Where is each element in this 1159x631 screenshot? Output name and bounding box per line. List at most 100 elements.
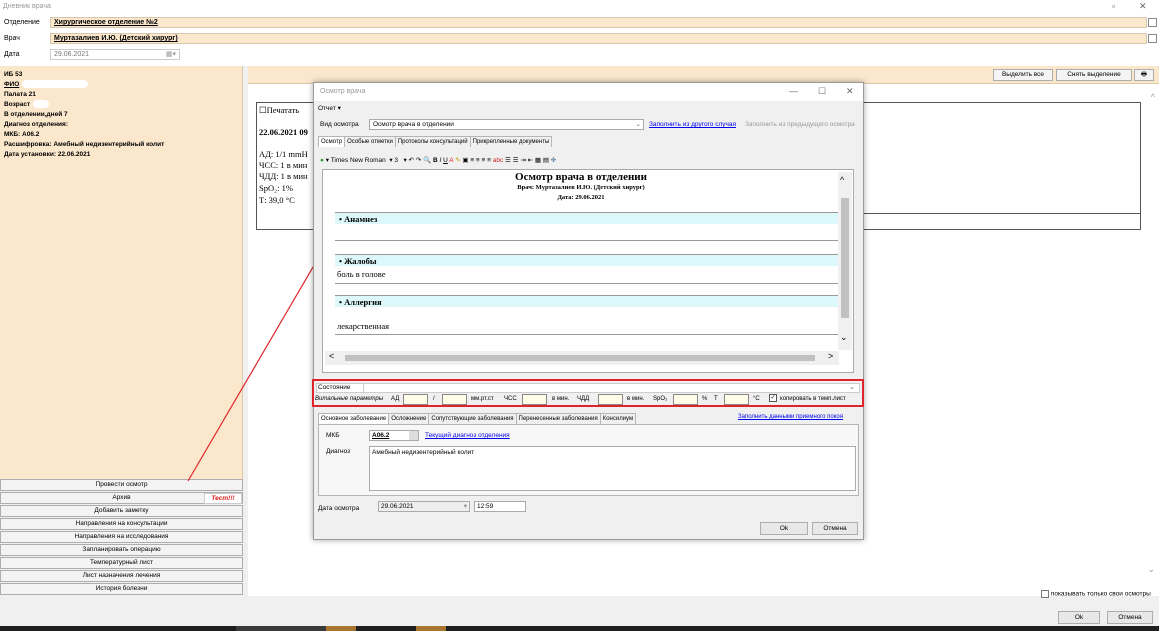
tab-consult-protocols[interactable]: Протоколы консультаций	[394, 136, 471, 147]
undo-icon[interactable]: ↶	[409, 157, 414, 164]
mkb-lookup-icon[interactable]	[409, 431, 418, 440]
ad-slash: /	[433, 396, 435, 402]
doc-doctor: Врач: Муртазалиев И.Ю. (Детский хирург)	[517, 184, 645, 191]
spo2-input[interactable]	[673, 394, 698, 405]
report-menu[interactable]: Отчет ▾	[318, 104, 341, 112]
maximize-icon[interactable]: ☐	[818, 86, 826, 97]
scroll-thumb[interactable]	[841, 198, 849, 318]
italic-icon[interactable]: I	[440, 157, 442, 164]
vitals-label: Витальные параметры	[315, 396, 384, 402]
align-center-icon[interactable]: ≡	[476, 157, 480, 164]
tab-main-disease[interactable]: Основное заболевание	[318, 413, 390, 424]
section-allergy-title: Аллергия	[344, 297, 382, 307]
align-left-icon[interactable]: ≡	[470, 157, 474, 164]
exam-date-value: 29.06.2021	[381, 503, 414, 510]
bold-icon[interactable]: B	[433, 157, 438, 164]
scroll-up-icon[interactable]: ^	[840, 175, 844, 185]
chdd-unit: в мин.	[627, 396, 645, 402]
dialog-title: Осмотр врача	[320, 88, 366, 95]
chevron-down-icon: ⌄	[849, 384, 855, 391]
ad-systolic-input[interactable]	[403, 394, 428, 405]
tab-attached-docs[interactable]: Прикрепленные документы	[469, 136, 553, 147]
mkb-label: МКБ	[326, 432, 340, 439]
scroll-thumb[interactable]	[345, 355, 815, 361]
ad-diastolic-input[interactable]	[442, 394, 467, 405]
tab-past-diseases[interactable]: Перенесенные заболевания	[515, 413, 601, 424]
scroll-left-icon[interactable]: <	[329, 351, 334, 361]
tab-consilium[interactable]: Консилиум	[599, 413, 637, 424]
exam-time-field[interactable]: 12:59	[474, 501, 526, 512]
dialog-titlebar: Осмотр врача — ☐ ✕	[314, 83, 863, 101]
current-diagnosis-link[interactable]: Текущий диагноз отделения	[425, 432, 510, 439]
chss-input[interactable]	[522, 394, 547, 405]
temp-unit: °С	[753, 396, 760, 402]
font-size-select[interactable]: 3	[394, 157, 398, 164]
tab-concomitant[interactable]: Сопутствующие заболевания	[428, 413, 517, 424]
style-icon[interactable]: ●	[320, 157, 324, 164]
justify-icon[interactable]: ≡	[487, 157, 491, 164]
temp-input[interactable]	[724, 394, 749, 405]
list-icon[interactable]: ☰	[505, 157, 511, 164]
exam-time-value: 12:59	[477, 503, 494, 510]
exam-type-select[interactable]: Осмотр врача в отделении ⌄	[369, 119, 644, 130]
exam-dialog: Осмотр врача — ☐ ✕ Отчет ▾ Вид осмотра О…	[312, 82, 864, 540]
scroll-down-icon[interactable]: ⌄	[840, 332, 848, 343]
image-icon[interactable]: ▣	[462, 157, 468, 164]
tab-complication[interactable]: Осложнение	[388, 413, 430, 424]
chevron-down-icon: ⌄	[635, 121, 641, 128]
font-name-select[interactable]: Times New Roman	[331, 157, 386, 164]
scroll-right-icon[interactable]: >	[828, 351, 833, 361]
complaints-text: боль в голове	[337, 269, 386, 279]
chdd-input[interactable]	[598, 394, 623, 405]
editor-vscrollbar[interactable]: ^ ⌄	[838, 172, 852, 350]
redo-icon[interactable]: ↷	[416, 157, 421, 164]
chss-label: ЧСС	[504, 396, 517, 402]
copy-checkbox[interactable]: ✓	[769, 394, 777, 402]
diagnosis-label: Диагноз	[326, 448, 351, 455]
indent-icon[interactable]: ⇥	[520, 157, 525, 164]
exam-editor[interactable]: Осмотр врача в отделении Врач: Муртазали…	[322, 169, 854, 373]
fill-other-link[interactable]: Заполнить из другого случая	[649, 121, 736, 128]
fill-prev-link[interactable]: Заполнить из предыдущего осмотра	[745, 121, 855, 128]
exam-tabs: Осмотр Особые отметки Протоколы консультац…	[318, 136, 553, 147]
allergy-text: лекарственная	[337, 321, 390, 331]
paste-icon[interactable]: ▤	[543, 157, 549, 164]
editor-hscrollbar[interactable]: < >	[325, 351, 839, 365]
diagnosis-pane: МКБ А06.2 Текущий диагноз отделения Диаг…	[318, 424, 859, 496]
paint-icon[interactable]: ✤	[551, 157, 556, 164]
table-icon[interactable]: ▦	[535, 157, 541, 164]
chdd-label: ЧДД	[577, 396, 590, 402]
fill-admission-link[interactable]: Заполнить данными приемного покоя	[738, 414, 843, 420]
mkb-field[interactable]: А06.2	[369, 430, 419, 441]
find-icon[interactable]: 🔍	[423, 157, 431, 164]
editor-toolbar: ● ▾ Times New Roman ▾ 3 ▾ ↶ ↷ 🔍 B I U A …	[320, 157, 557, 164]
font-color-icon[interactable]: A	[449, 157, 453, 164]
exam-date-picker[interactable]: 29.06.2021 ▾	[378, 501, 470, 512]
minimize-icon[interactable]: —	[789, 86, 798, 96]
section-complaints: • Жалобы	[335, 254, 845, 266]
section-divider	[335, 283, 845, 284]
chss-unit: в мин.	[552, 396, 570, 402]
numbered-list-icon[interactable]: ☰	[513, 157, 519, 164]
diagnosis-tabs: Основное заболевание Осложнение Сопутствую…	[318, 413, 637, 424]
tab-special-marks[interactable]: Особые отметки	[344, 136, 396, 147]
calendar-dropdown-icon[interactable]: ▾	[464, 502, 467, 511]
dialog-close-icon[interactable]: ✕	[846, 86, 854, 97]
dialog-cancel-button[interactable]: Отмена	[812, 522, 858, 535]
tab-exam[interactable]: Осмотр	[318, 136, 346, 147]
strike-icon[interactable]: abc	[493, 157, 503, 164]
mkb-value: А06.2	[372, 432, 390, 439]
spo2-unit: %	[702, 396, 708, 402]
underline-icon[interactable]: U	[443, 157, 448, 164]
highlight-icon[interactable]: ✎	[455, 157, 460, 164]
diagnosis-textarea[interactable]: Амебный недизентерийный колит	[369, 446, 856, 491]
align-right-icon[interactable]: ≡	[482, 157, 486, 164]
mmhg-label: мм.рт.ст	[471, 396, 494, 402]
state-select[interactable]: Состояние ⌄	[316, 383, 860, 393]
doc-title: Осмотр врача в отделении	[515, 171, 647, 183]
spo2-label: SpO₂	[653, 396, 668, 402]
state-separator	[363, 384, 364, 393]
section-anamnesis-title: Анамнез	[344, 214, 378, 224]
outdent-icon[interactable]: ⇤	[528, 157, 533, 164]
dialog-ok-button[interactable]: Ok	[760, 522, 808, 535]
